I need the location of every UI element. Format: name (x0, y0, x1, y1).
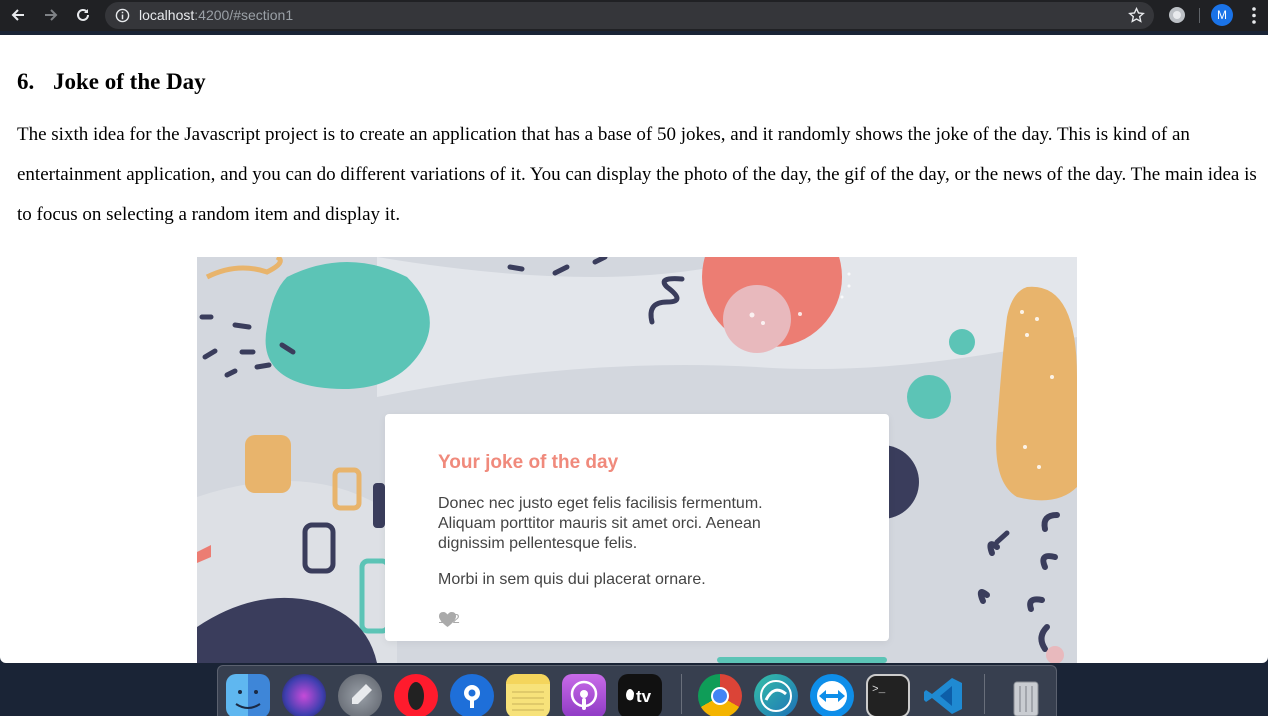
siri-icon[interactable] (282, 674, 326, 716)
info-icon[interactable] (115, 8, 130, 23)
forward-button[interactable] (40, 4, 62, 26)
section-title: Joke of the Day (53, 69, 206, 94)
sourcetree-icon[interactable] (450, 674, 494, 716)
section-heading: 6. Joke of the Day (17, 69, 206, 95)
like-counter: 192 (438, 611, 460, 628)
section-number: 6. (17, 69, 35, 94)
joke-text-second: Morbi in sem quis dui placerat ornare. (438, 571, 706, 588)
apple-tv-label: tv (636, 687, 652, 706)
web-page: 6. Joke of the Day The sixth idea for th… (0, 35, 1268, 663)
joke-card: Your joke of the day Donec nec justo ege… (385, 414, 889, 641)
url-text: localhost:4200/#section1 (139, 7, 294, 23)
terminal-prompt: >_ (872, 684, 886, 696)
extension-icon[interactable] (1169, 7, 1185, 23)
joke-text: Donec nec justo eget felis facilisis fer… (438, 495, 763, 552)
kebab-menu-icon[interactable] (1247, 6, 1261, 25)
address-bar[interactable]: localhost:4200/#section1 (105, 2, 1154, 29)
edge-icon[interactable] (754, 674, 798, 716)
toolbar-divider (1199, 8, 1200, 23)
dock-divider (984, 674, 985, 714)
apple-tv-icon[interactable]: tv (618, 674, 662, 716)
joke-app-illustration: Your joke of the day Donec nec justo ege… (197, 257, 1077, 663)
trash-icon[interactable] (1004, 674, 1048, 716)
profile-avatar[interactable]: M (1211, 4, 1233, 26)
teamviewer-icon[interactable] (810, 674, 854, 716)
article-paragraph: The sixth idea for the Javascript projec… (17, 124, 1257, 225)
bookmark-star-icon[interactable] (1128, 7, 1145, 24)
browser-toolbar: localhost:4200/#section1 M (0, 0, 1268, 31)
podcasts-icon[interactable] (562, 674, 606, 716)
chrome-icon[interactable] (698, 674, 742, 716)
macos-dock: tv >_ (217, 665, 1057, 716)
forward-arrow-icon (45, 9, 58, 21)
dock-divider (681, 674, 682, 714)
launchpad-icon[interactable] (338, 674, 382, 716)
notes-icon[interactable] (506, 674, 550, 716)
back-arrow-icon (11, 9, 24, 21)
terminal-icon[interactable]: >_ (866, 674, 910, 716)
finder-icon[interactable] (226, 674, 270, 716)
opera-icon[interactable] (394, 674, 438, 716)
reload-icon (77, 8, 89, 21)
vscode-icon[interactable] (922, 674, 966, 716)
heart-icon (439, 611, 456, 628)
joke-card-title: Your joke of the day (438, 452, 619, 473)
back-button[interactable] (7, 4, 29, 26)
reload-button[interactable] (72, 4, 94, 26)
